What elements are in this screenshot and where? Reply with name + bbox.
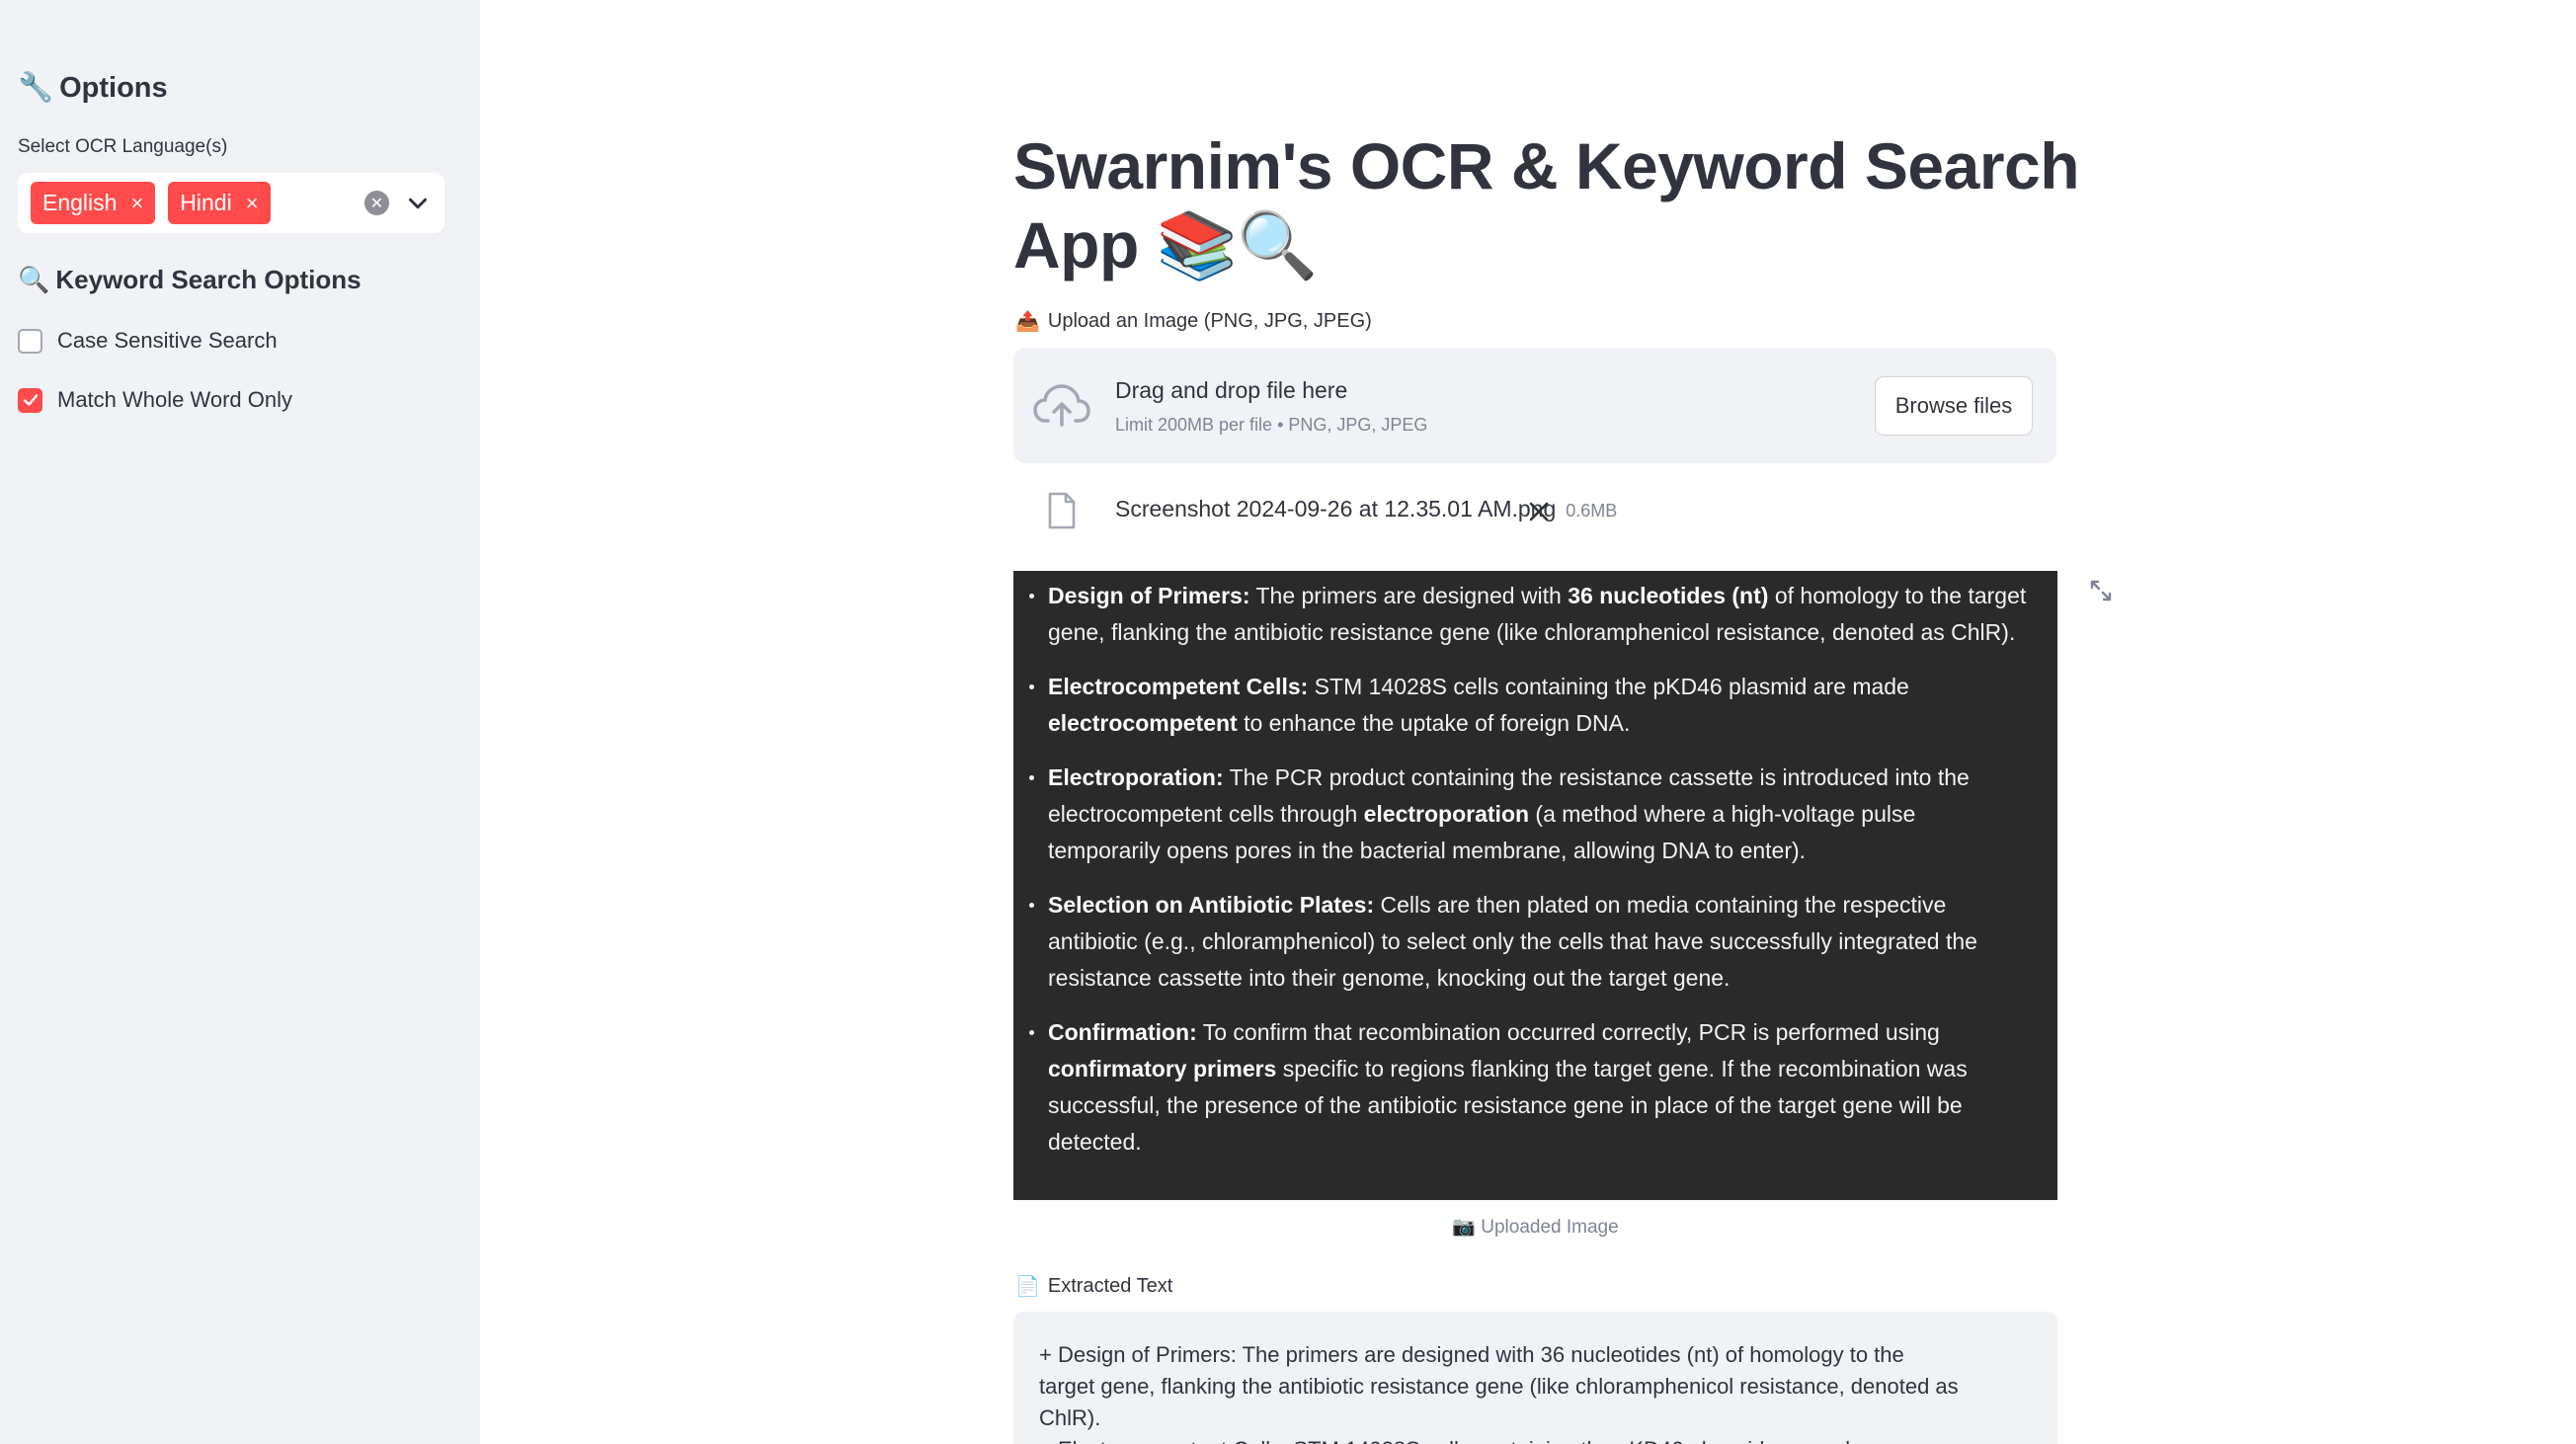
image-bullet: Selection on Antibiotic Plates: Cells ar… [1029,887,2028,997]
sidebar: 🔧 Options Select OCR Language(s) English… [0,0,480,1444]
clear-all-icon[interactable]: ✕ [364,191,389,215]
language-multiselect[interactable]: English × Hindi × ✕ [18,173,444,233]
checkmark-icon [23,394,38,406]
file-dropzone[interactable]: Drag and drop file here Limit 200MB per … [1013,348,2056,463]
checkbox-box-checked[interactable] [18,387,42,413]
file-size: 0.6MB [1566,501,1618,521]
image-bullet: Confirmation: To confirm that recombinat… [1029,1014,2028,1161]
remove-tag-icon[interactable]: × [246,192,259,214]
extracted-text-label: 📄 Extracted Text [1015,1274,1172,1299]
browse-files-button[interactable]: Browse files [1875,376,2033,436]
page-title: Swarnim's OCR & Keyword Search App 📚🔍 [1013,129,2080,281]
whole-word-checkbox[interactable]: Match Whole Word Only [18,387,292,413]
image-caption: 📷 Uploaded Image [1452,1217,1619,1238]
chevron-down-icon[interactable] [403,189,433,218]
remove-file-icon[interactable] [1528,501,1550,522]
keyword-options-title: 🔍 Keyword Search Options [18,265,362,295]
document-icon: 📄 [1015,1276,1040,1298]
main-content: Swarnim's OCR & Keyword Search App 📚🔍 📤 … [480,0,2576,1444]
upload-label-text: Upload an Image (PNG, JPG, JPEG) [1047,310,1372,332]
checkbox-box[interactable] [18,328,42,354]
sidebar-title-text: Options [59,71,168,104]
magnifier-icon: 🔍 [18,265,50,294]
case-sensitive-checkbox[interactable]: Case Sensitive Search [18,328,278,354]
wrench-icon: 🔧 [18,72,54,104]
extracted-text-area[interactable]: + Design of Primers: The primers are des… [1013,1312,2057,1444]
file-icon [1048,492,1076,529]
remove-tag-icon[interactable]: × [130,192,143,214]
image-bullet: Electrocompetent Cells: STM 14028S cells… [1029,669,2028,742]
dropzone-subtitle: Limit 200MB per file • PNG, JPG, JPEG [1115,415,1428,435]
image-bullet: Design of Primers: The primers are desig… [1029,578,2028,651]
file-name-text: Screenshot 2024-09-26 at 12.35.01 AM.png [1115,496,1557,521]
keyword-options-title-text: Keyword Search Options [55,265,362,294]
fullscreen-icon[interactable] [2087,577,2115,604]
language-tag-english[interactable]: English × [31,182,156,224]
upload-icon: 📤 [1015,311,1040,333]
cloud-upload-icon [1033,384,1090,427]
whole-word-label: Match Whole Word Only [57,387,293,412]
extracted-text-label-text: Extracted Text [1047,1275,1173,1297]
language-tag-hindi[interactable]: Hindi × [168,182,271,224]
dropzone-title: Drag and drop file here [1115,377,1348,403]
sidebar-title: 🔧 Options [18,71,168,105]
language-tag-label: English [42,190,118,215]
upload-label: 📤 Upload an Image (PNG, JPG, JPEG) [1015,309,1372,334]
uploaded-image: Design of Primers: The primers are desig… [1013,571,2057,1200]
image-bullet: Electroporation: The PCR product contain… [1029,760,2028,869]
case-sensitive-label: Case Sensitive Search [57,328,278,353]
language-tag-label: Hindi [180,190,232,215]
language-select-label: Select OCR Language(s) [18,136,228,157]
